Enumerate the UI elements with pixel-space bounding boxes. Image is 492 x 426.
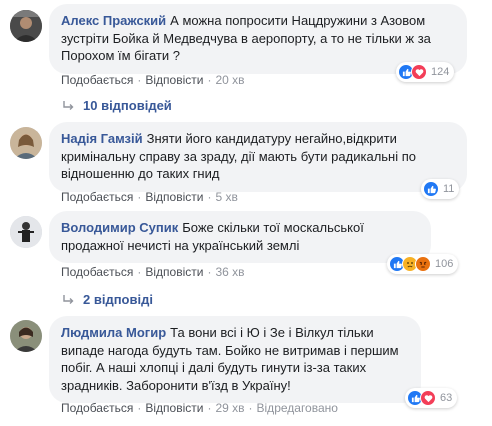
timestamp[interactable]: 20 хв — [215, 73, 244, 87]
reply-link[interactable]: Відповісти — [145, 190, 203, 204]
reactions-summary[interactable]: 63 — [405, 388, 458, 408]
reply-link[interactable]: Відповісти — [145, 73, 203, 87]
like-link[interactable]: Подобається — [61, 265, 133, 279]
like-icon — [423, 181, 439, 197]
avatar[interactable] — [10, 320, 42, 352]
avatar[interactable] — [10, 216, 42, 248]
comment-bubble: Людмила Могир Та вони всі і Ю і Зе і Вілк… — [49, 316, 421, 403]
reply-arrow-icon — [63, 294, 74, 304]
replies-count: 2 відповіді — [83, 292, 153, 307]
like-link[interactable]: Подобається — [61, 190, 133, 204]
comment-bubble: Надія Гамзій Зняти його кандидатуру негай… — [49, 122, 467, 192]
comment-actions: Подобається · Відповісти · 36 хв — [61, 265, 245, 279]
edited-label[interactable]: Відредаговано — [257, 401, 338, 415]
angry-icon — [415, 256, 431, 272]
reply-arrow-icon — [63, 100, 74, 110]
comment-actions: Подобається · Відповісти · 5 хв — [61, 190, 238, 204]
reactions-summary[interactable]: 11 — [421, 179, 460, 199]
comment-bubble: Володимир Супик Боже скільки тої москальс… — [49, 211, 431, 263]
reply-link[interactable]: Відповісти — [145, 401, 203, 415]
avatar[interactable] — [10, 127, 42, 159]
reaction-count: 124 — [431, 66, 450, 78]
love-icon — [420, 390, 436, 406]
reactions-summary[interactable]: 124 — [396, 62, 455, 82]
comment-actions: Подобається · Відповісти · 20 хв — [61, 73, 245, 87]
reaction-count: 63 — [440, 392, 453, 404]
reactions-summary[interactable]: 106 — [387, 254, 459, 274]
love-icon — [411, 64, 427, 80]
view-replies-button[interactable]: 2 відповіді — [61, 292, 153, 307]
replies-count: 10 відповідей — [83, 98, 172, 113]
like-link[interactable]: Подобається — [61, 73, 133, 87]
like-link[interactable]: Подобається — [61, 401, 133, 415]
avatar[interactable] — [10, 10, 42, 42]
comment-author[interactable]: Людмила Могир — [61, 325, 166, 340]
view-replies-button[interactable]: 10 відповідей — [61, 98, 172, 113]
timestamp[interactable]: 29 хв — [215, 401, 244, 415]
comment-author[interactable]: Алекс Пражский — [61, 13, 166, 28]
comment-author[interactable]: Надія Гамзій — [61, 131, 143, 146]
timestamp[interactable]: 36 хв — [215, 265, 244, 279]
comment-actions: Подобається · Відповісти · 29 хв · Відредагова… — [61, 401, 338, 415]
reaction-count: 106 — [435, 258, 454, 270]
reaction-count: 11 — [443, 183, 455, 195]
reply-link[interactable]: Відповісти — [145, 265, 203, 279]
timestamp[interactable]: 5 хв — [215, 190, 237, 204]
comment-author[interactable]: Володимир Супик — [61, 220, 178, 235]
